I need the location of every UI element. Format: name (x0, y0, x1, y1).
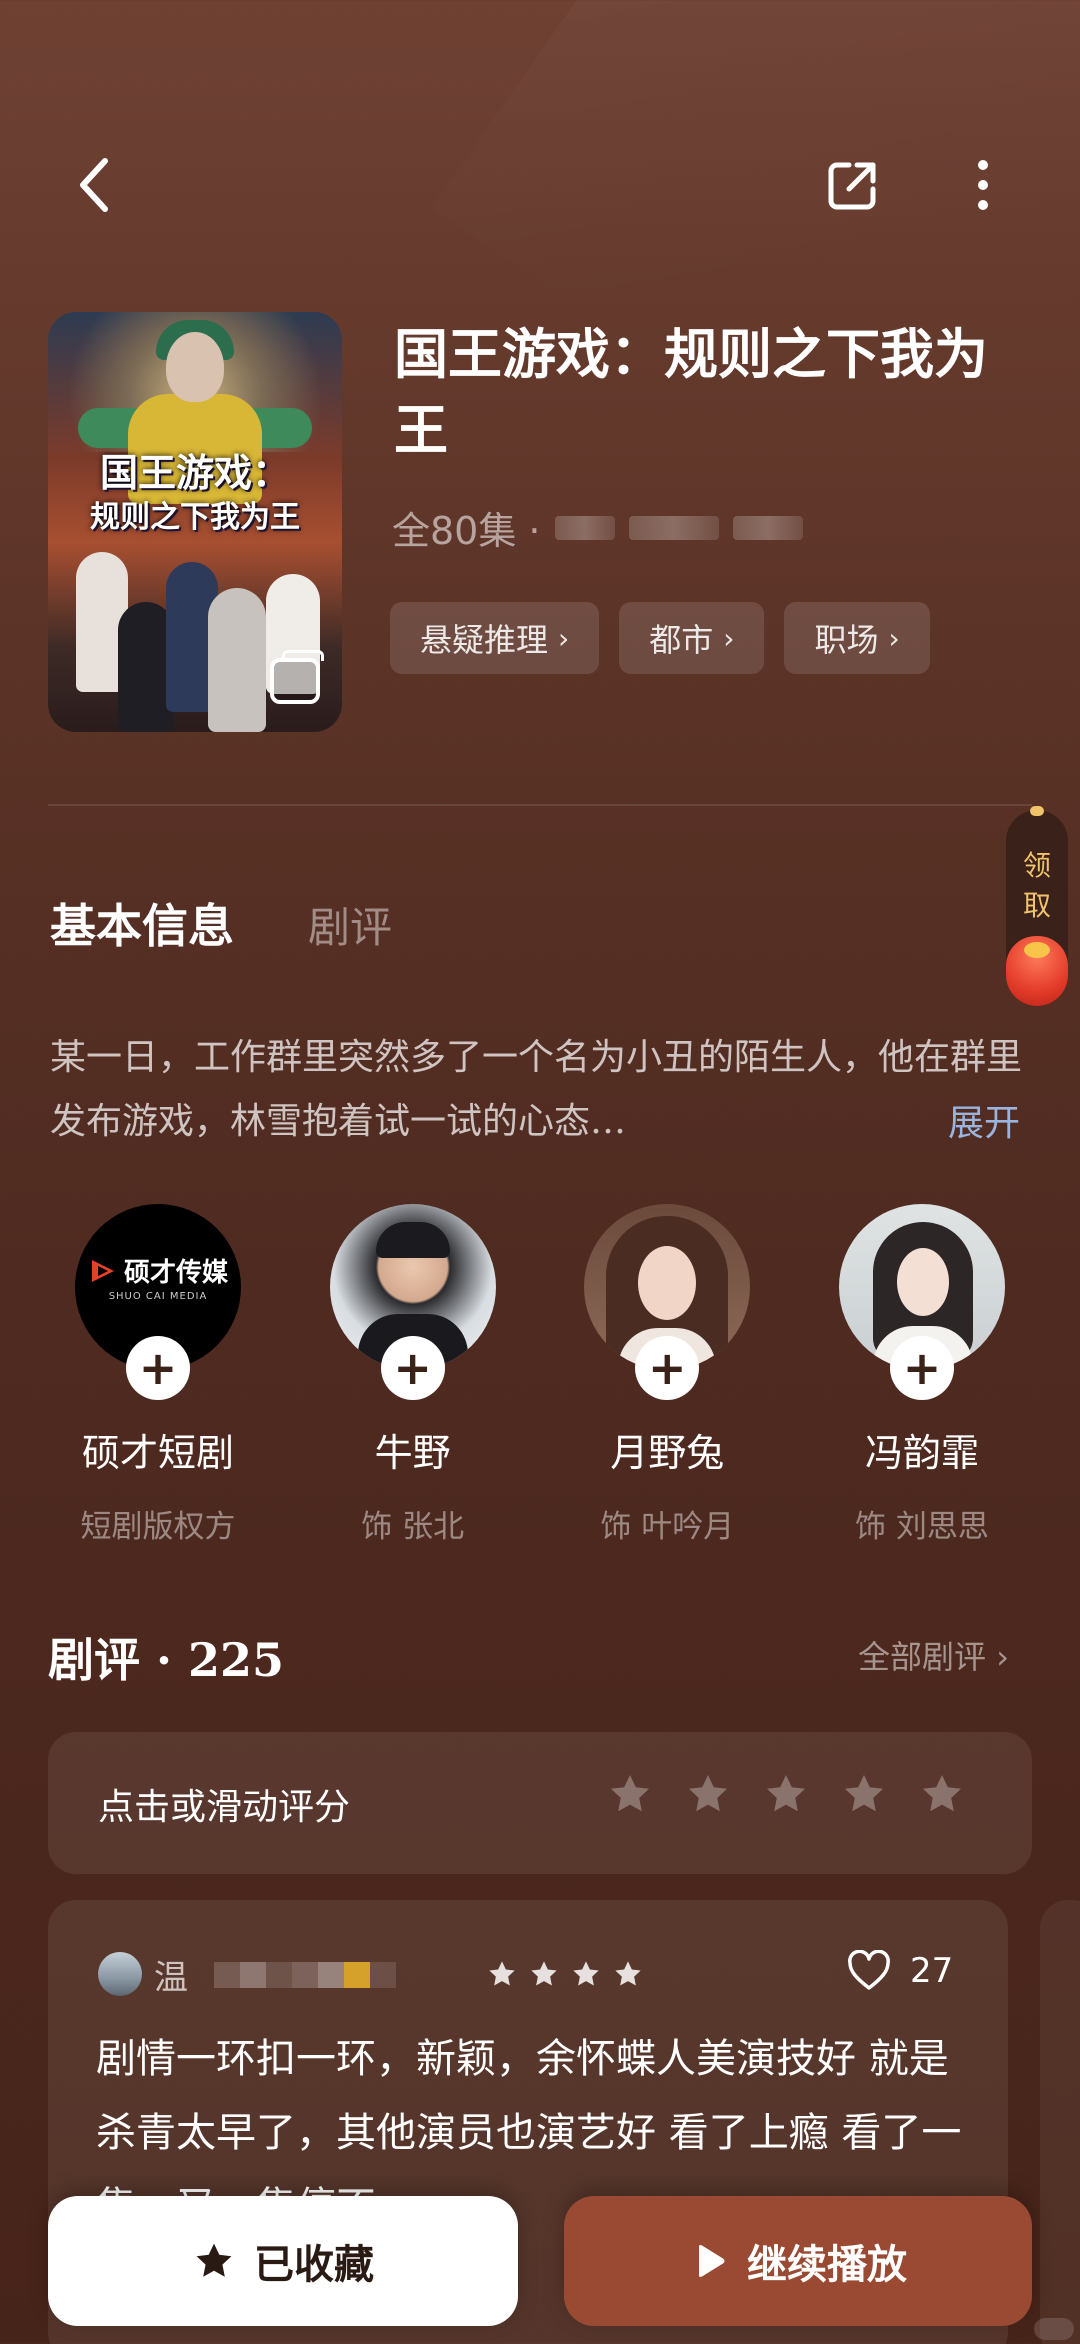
star-icon[interactable] (762, 1770, 810, 1818)
stack-icon (270, 650, 324, 704)
review-card-next[interactable] (1040, 1900, 1080, 2344)
all-reviews-label: 全部剧评 (858, 1638, 987, 1676)
tab-reviews[interactable]: 剧评 (308, 894, 392, 955)
coin-icon (1024, 942, 1050, 958)
redacted-username (214, 1961, 396, 1988)
cast-name: 硕才短剧 (81, 1431, 234, 1475)
cast-role: 饰 叶吟月 (600, 1509, 735, 1545)
reviews-title: 剧评 · 225 (48, 1633, 285, 1687)
redacted-text (732, 515, 803, 540)
redacted-text (628, 515, 719, 540)
rating-stars[interactable] (606, 1770, 966, 1818)
poster-figure-head (166, 332, 224, 402)
plus-icon: + (138, 1341, 178, 1395)
episode-count: 全80集 · (392, 509, 541, 553)
favorited-button[interactable]: 已收藏 (48, 2196, 518, 2326)
chevron-right-icon: › (558, 621, 570, 655)
poster-title-line1: 国王游戏： (99, 450, 290, 495)
poster-title-line2: 规则之下我为王 (90, 500, 300, 535)
continue-play-button[interactable]: 继续播放 (564, 2196, 1032, 2326)
reward-claim-button[interactable]: 领取 (1006, 806, 1068, 1006)
tag-suspense[interactable]: 悬疑推理 › (390, 602, 600, 674)
like-button[interactable]: 27 (846, 1950, 953, 1992)
genre-tags: 悬疑推理 › 都市 › 职场 › (390, 602, 930, 674)
review-stars (486, 1958, 644, 1990)
reviewer-avatar (98, 1952, 142, 1996)
plus-icon: + (393, 1341, 432, 1395)
star-icon[interactable] (684, 1770, 732, 1818)
all-reviews-link[interactable]: 全部剧评 › (858, 1632, 1009, 1678)
expand-link[interactable]: 展开 (948, 1094, 1020, 1146)
tag-label: 职场 (814, 621, 879, 659)
chevron-right-icon: › (888, 621, 900, 655)
reward-label: 领取 (1022, 849, 1051, 922)
tab-basic-info[interactable]: 基本信息 (50, 890, 234, 956)
star-icon (489, 1961, 515, 1986)
plus-icon: + (648, 1341, 687, 1395)
avatar-hair (375, 1222, 450, 1258)
info-tabs: 基本信息 剧评 (50, 890, 392, 956)
drama-poster[interactable]: 国王游戏： 规则之下我为王 (48, 312, 342, 732)
reviewer-name-visible: 温 (154, 1958, 188, 1998)
star-icon (573, 1961, 599, 1986)
top-bar (0, 140, 1080, 240)
more-vertical-icon (978, 160, 988, 210)
follow-button[interactable]: + (126, 1336, 190, 1400)
tag-label: 悬疑推理 (420, 621, 549, 659)
heart-icon (848, 1950, 890, 1990)
cast-item[interactable]: 硕才传媒 SHUO CAI MEDIA + 硕才短剧 短剧版权方 (48, 1204, 268, 1546)
watermark (1034, 2318, 1074, 2340)
star-icon[interactable] (840, 1770, 888, 1818)
star-icon (615, 1961, 641, 1986)
cast-item[interactable]: + 冯韵霏 饰 刘思思 (812, 1204, 1032, 1546)
reward-handle (1030, 806, 1044, 816)
continue-play-label: 继续播放 (747, 2241, 907, 2288)
cast-name: 冯韵霏 (864, 1431, 979, 1475)
cast-item[interactable]: + 月野兔 饰 叶吟月 (557, 1204, 777, 1546)
tag-urban[interactable]: 都市 › (619, 602, 765, 674)
play-icon (699, 2245, 725, 2277)
star-icon (196, 2243, 232, 2277)
plus-icon: + (902, 1341, 942, 1395)
share-icon (828, 162, 876, 210)
cast-list: 硕才传媒 SHUO CAI MEDIA + 硕才短剧 短剧版权方 + 牛野 饰 … (48, 1204, 1032, 1546)
episode-meta: 全80集 · (392, 500, 803, 555)
like-count: 27 (910, 1951, 954, 1991)
star-icon[interactable] (606, 1770, 654, 1818)
favorited-label: 已收藏 (254, 2241, 374, 2288)
poster-cast-figure (208, 588, 266, 732)
divider (48, 804, 1032, 806)
chevron-right-icon: › (723, 621, 735, 655)
logo-text: 硕才传媒 (123, 1258, 228, 1288)
back-button[interactable] (50, 140, 140, 230)
reviewer-name: 温 (154, 1950, 396, 1999)
logo-mark-icon (91, 1259, 114, 1282)
rating-card[interactable]: 点击或滑动评分 (48, 1732, 1032, 1874)
rating-prompt: 点击或滑动评分 (98, 1787, 351, 1828)
cast-role: 短剧版权方 (80, 1509, 236, 1545)
cast-name: 牛野 (374, 1431, 451, 1475)
follow-button[interactable]: + (889, 1336, 954, 1400)
share-button[interactable] (808, 140, 898, 230)
star-icon[interactable] (918, 1770, 966, 1818)
more-options-button[interactable] (938, 140, 1028, 230)
synopsis-text: 某一日，工作群里突然多了一个名为小丑的陌生人，他在群里发布游戏，林雪抱着试一试的… (50, 1037, 1023, 1142)
follow-button[interactable]: + (380, 1336, 445, 1400)
cast-name: 月野兔 (610, 1431, 725, 1475)
tag-workplace[interactable]: 职场 › (784, 602, 930, 674)
chevron-right-icon: › (996, 1638, 1009, 1676)
drama-title: 国王游戏：规则之下我为王 (394, 322, 988, 462)
logo-subtext: SHUO CAI MEDIA (108, 1291, 208, 1302)
redacted-text (554, 515, 615, 540)
tag-label: 都市 (649, 621, 714, 659)
cast-item[interactable]: + 牛野 饰 张北 (303, 1204, 523, 1546)
avatar-face (638, 1246, 697, 1320)
avatar-face (896, 1248, 949, 1316)
back-arrow-icon (80, 158, 108, 212)
cast-role: 饰 张北 (361, 1509, 465, 1545)
cast-role: 饰 刘思思 (855, 1509, 989, 1545)
follow-button[interactable]: + (635, 1336, 700, 1400)
star-icon (531, 1961, 557, 1986)
